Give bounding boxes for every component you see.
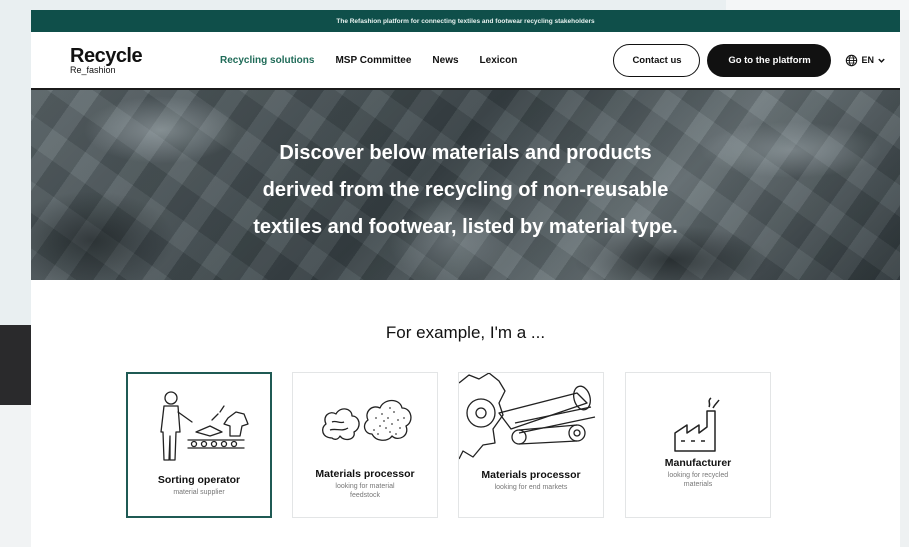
logo-sub-text: Re_fashion — [70, 64, 116, 75]
card-subtitle: material supplier — [128, 488, 270, 497]
card-subtitle-line: looking for recycled — [667, 472, 729, 479]
card-subtitle-line: material supplier — [173, 489, 225, 496]
fabric-rolls-icon — [459, 373, 596, 460]
factory-icon — [674, 397, 720, 452]
card-title: Materials processor — [481, 469, 581, 481]
hero-banner: Discover below materials and products de… — [31, 90, 900, 280]
card-subtitle: looking for end markets — [459, 483, 603, 492]
card-title: Materials processor — [315, 468, 415, 480]
nav-menu: Recycling solutions MSP Committee News L… — [220, 55, 517, 66]
example-heading: For example, I'm a ... — [385, 323, 546, 342]
card-subtitle-line: looking for end markets — [494, 484, 568, 491]
nav-item-lexicon[interactable]: Lexicon — [480, 55, 518, 66]
card-subtitle: looking for recycled materials — [626, 471, 770, 489]
background-dark-panel — [0, 325, 32, 405]
nav-item-recycling-solutions[interactable]: Recycling solutions — [220, 55, 314, 66]
card-title: Sorting operator — [157, 474, 241, 486]
main-navigation: Recycle Re_fashion Recycling solutions M… — [31, 32, 900, 90]
go-to-platform-button[interactable]: Go to the platform — [707, 43, 832, 77]
nav-item-msp-committee[interactable]: MSP Committee — [335, 55, 411, 66]
card-sorting-operator[interactable]: Sorting operator material supplier — [126, 372, 272, 518]
globe-icon — [846, 54, 858, 66]
site-logo[interactable]: Recycle Re_fashion — [70, 46, 156, 75]
chevron-down-icon — [878, 58, 885, 63]
card-materials-processor-end-markets[interactable]: Materials processor looking for end mark… — [458, 372, 604, 518]
announcement-bar: The Refashion platform for connecting te… — [31, 10, 900, 32]
website-page: The Refashion platform for connecting te… — [31, 10, 900, 547]
card-manufacturer[interactable]: Manufacturer looking for recycled materi… — [625, 372, 771, 518]
hero-line: derived from the recycling of non-reusab… — [262, 179, 669, 201]
sorting-operator-icon — [160, 391, 249, 461]
contact-us-button[interactable]: Contact us — [613, 43, 701, 77]
nav-item-news[interactable]: News — [432, 55, 458, 66]
card-subtitle-line: materials — [683, 481, 713, 488]
hero-line: Discover below materials and products — [279, 142, 652, 164]
card-materials-processor-feedstock[interactable]: Materials processor looking for material… — [292, 372, 438, 518]
announcement-text: The Refashion platform for connecting te… — [336, 17, 595, 25]
language-code: EN — [861, 55, 874, 65]
hero-line: textiles and footwear, listed by materia… — [253, 216, 678, 238]
background-right-strip — [899, 20, 909, 547]
logo-main-text: Recycle — [70, 44, 143, 67]
hero-heading: Discover below materials and products de… — [31, 135, 900, 246]
material-fibers-icon — [321, 399, 412, 441]
background-light-panel — [0, 405, 32, 547]
card-subtitle-line: feedstock — [350, 492, 380, 499]
card-subtitle-line: looking for material — [335, 483, 395, 490]
card-subtitle: looking for material feedstock — [293, 482, 437, 500]
language-selector[interactable]: EN — [845, 54, 886, 67]
card-title: Manufacturer — [664, 457, 732, 469]
